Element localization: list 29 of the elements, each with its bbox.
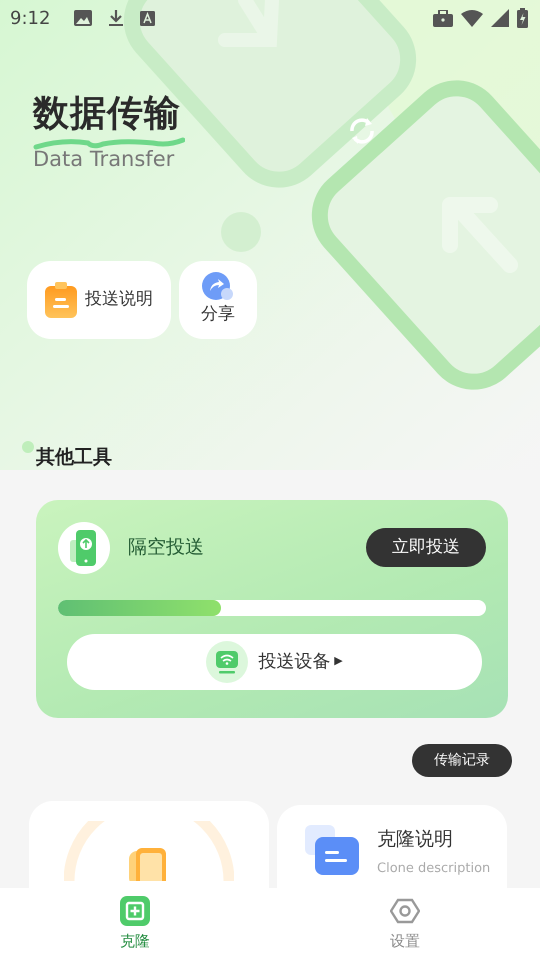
share-icon <box>201 272 235 302</box>
cast-devices-button[interactable]: 投送设备 ▶ <box>67 634 482 690</box>
clipboard-icon <box>45 282 77 318</box>
image-icon <box>74 10 92 26</box>
app-title: 数据传输 <box>33 94 181 134</box>
share-button[interactable]: 分享 <box>179 261 257 340</box>
clone-info-subtitle: Clone description <box>377 860 490 878</box>
brush-stroke-icon <box>33 135 185 151</box>
airdrop-label: 隔空投送 <box>128 535 204 560</box>
section-title: 其他工具 <box>36 446 112 468</box>
tv-wifi-icon <box>206 640 248 683</box>
clone-icon <box>120 896 150 926</box>
phone-upload-drawing <box>70 530 98 566</box>
history-button[interactable]: 传输记录 <box>412 744 512 777</box>
download-icon <box>108 9 124 27</box>
wifi-icon <box>461 10 483 26</box>
briefcase-icon <box>433 10 453 26</box>
font-icon <box>140 10 156 26</box>
status-time: 9:12 <box>10 6 50 30</box>
dot-icon <box>22 441 34 454</box>
signal-icon <box>491 9 509 27</box>
app-subtitle: Data Transfer <box>33 146 176 173</box>
instructions-button[interactable]: 投送说明 <box>27 261 171 340</box>
send-now-button[interactable]: 立即投送 <box>366 528 486 568</box>
nav-tab[interactable]: 克隆 <box>0 888 270 960</box>
document-icon <box>303 824 361 875</box>
clone-info-title: 克隆说明 <box>377 826 454 852</box>
nav-tab[interactable]: 设置 <box>270 888 540 960</box>
battery-icon <box>517 8 528 28</box>
